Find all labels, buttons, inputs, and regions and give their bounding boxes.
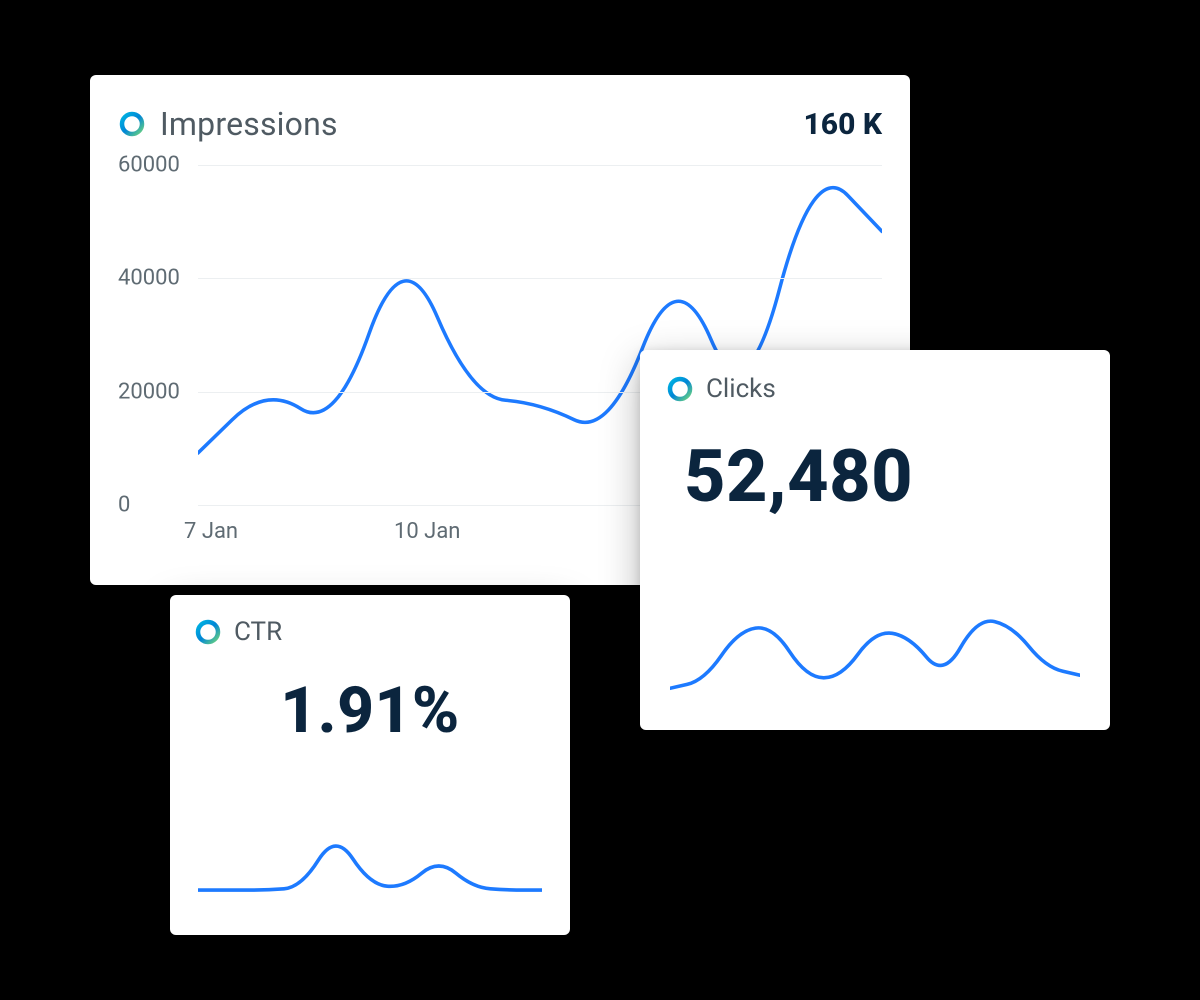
grid-line — [198, 278, 882, 279]
ring-icon — [666, 375, 694, 403]
y-tick-label: 40000 — [118, 266, 186, 291]
clicks-title: Clicks — [706, 374, 776, 404]
ring-icon — [118, 110, 146, 138]
ctr-header: CTR — [194, 617, 546, 647]
grid-line — [198, 165, 882, 166]
clicks-value: 52,480 — [684, 434, 1084, 519]
ctr-value: 1.91% — [194, 673, 546, 748]
ring-icon — [194, 618, 222, 646]
x-tick-label: 10 Jan — [394, 519, 460, 544]
y-tick-label: 20000 — [118, 379, 186, 404]
impressions-header-left: Impressions — [118, 105, 338, 143]
clicks-card: Clicks 52,480 — [640, 350, 1110, 730]
impressions-header: Impressions 160 K — [118, 105, 882, 143]
impressions-total: 160 K — [803, 107, 882, 142]
impressions-title: Impressions — [160, 105, 338, 143]
clicks-header: Clicks — [666, 374, 1084, 404]
ctr-card: CTR 1.91% — [170, 595, 570, 935]
y-tick-label: 0 — [118, 493, 186, 518]
ctr-title: CTR — [234, 617, 282, 647]
ctr-sparkline — [198, 821, 542, 911]
x-tick-label: 7 Jan — [184, 519, 238, 544]
clicks-sparkline — [670, 609, 1080, 704]
y-tick-label: 60000 — [118, 153, 186, 178]
